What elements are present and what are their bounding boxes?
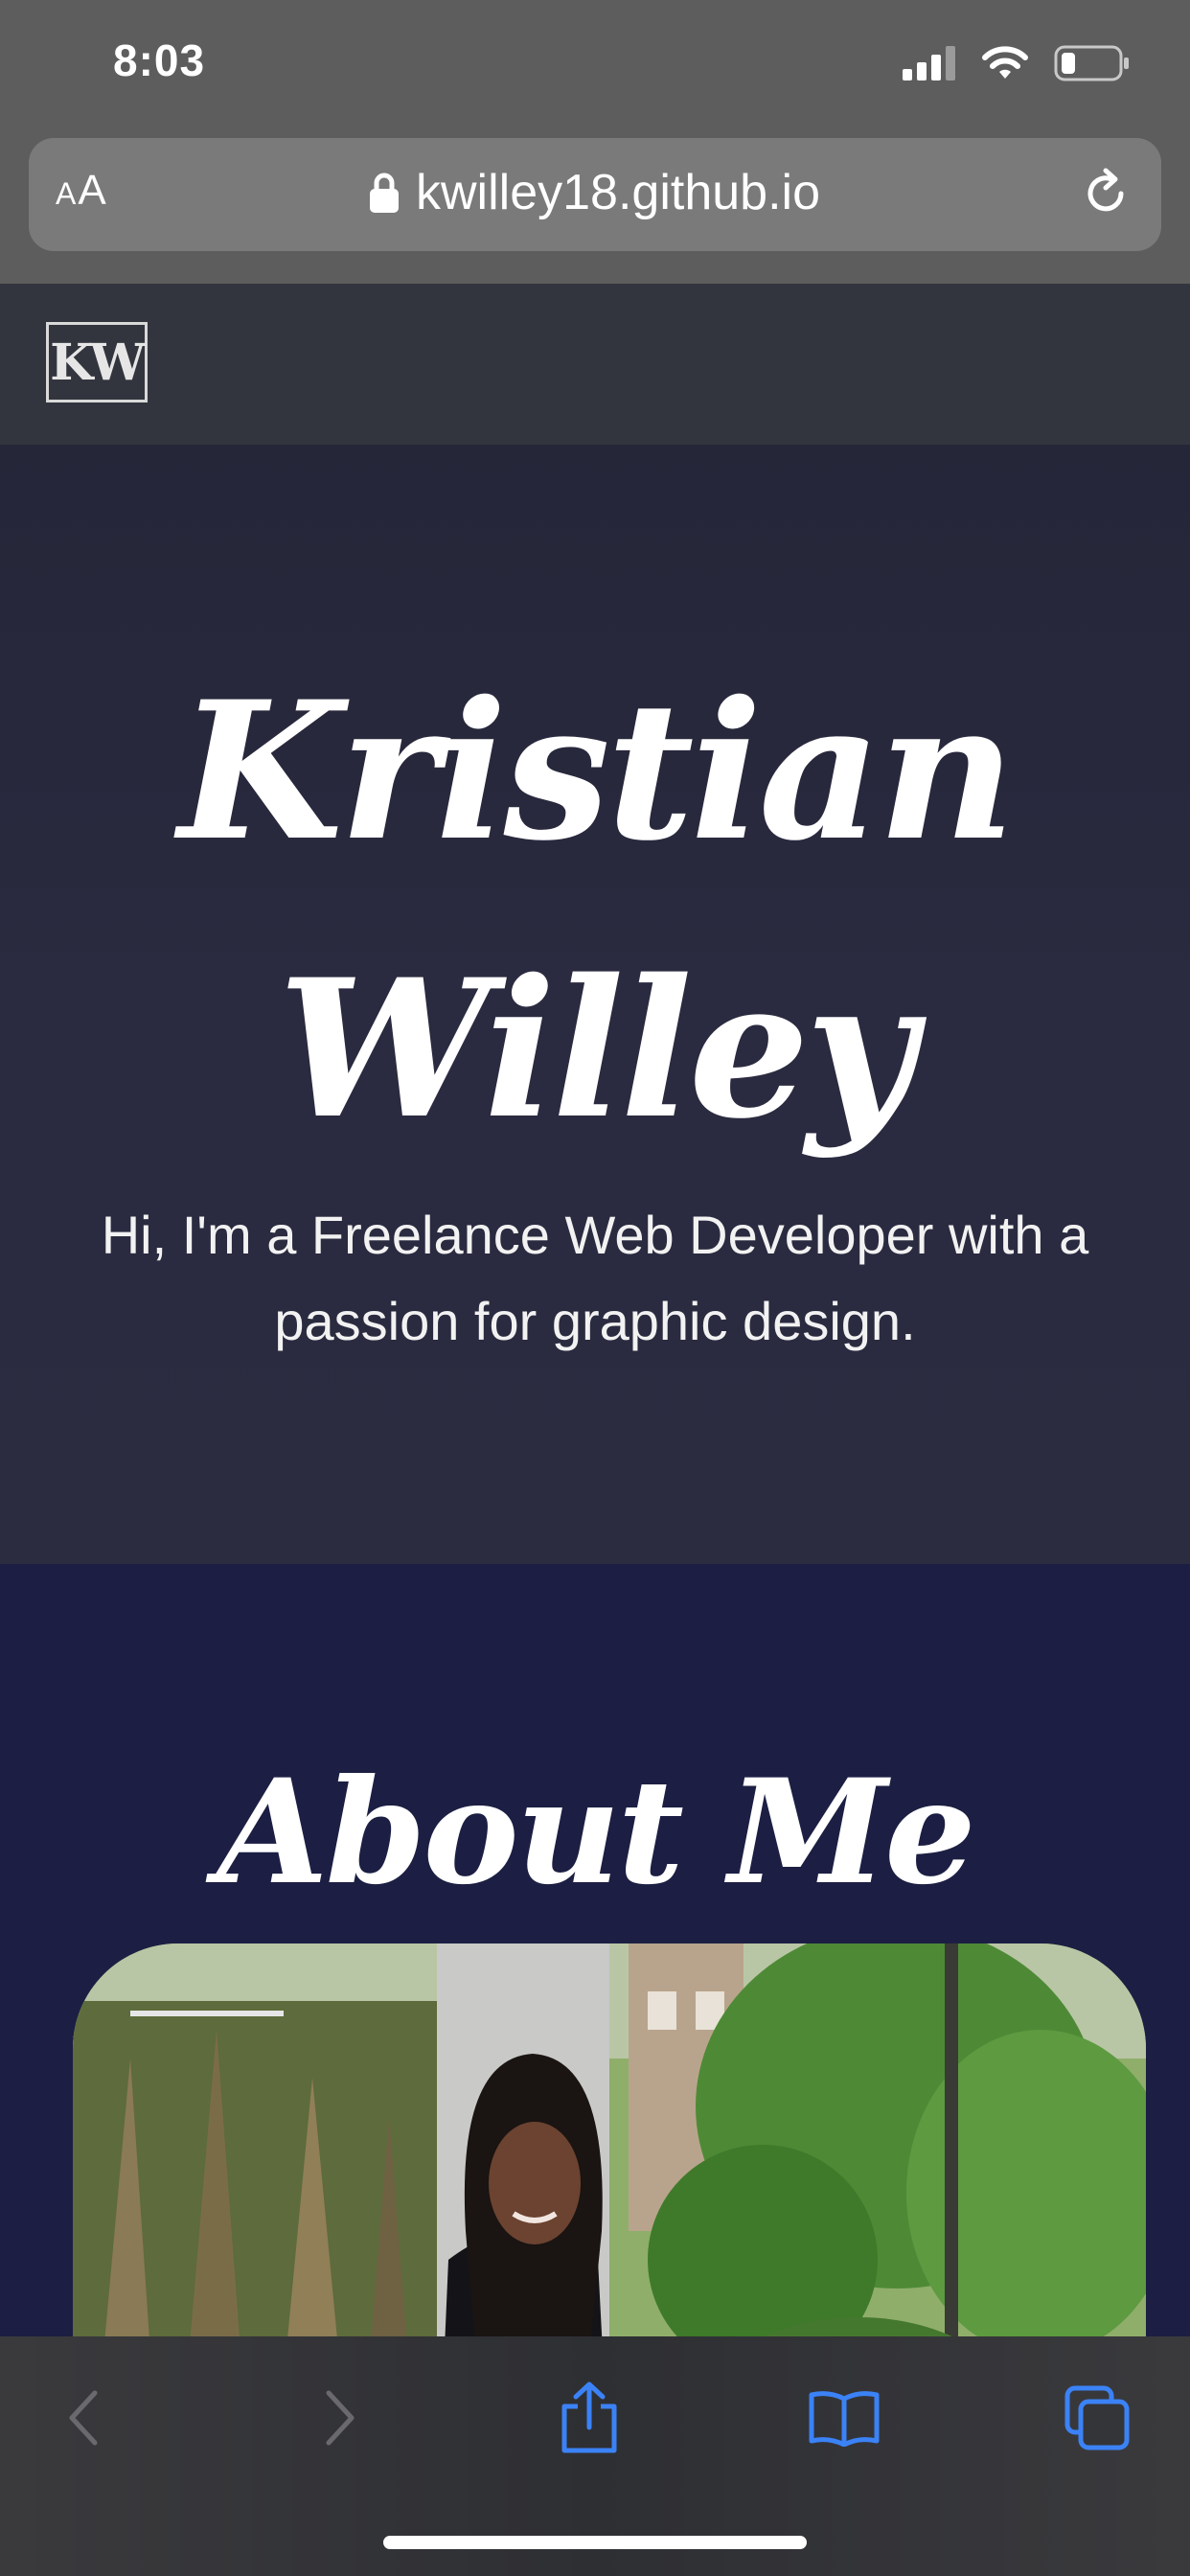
site-logo[interactable]: KW (46, 322, 148, 402)
site-navbar: KW (0, 284, 1190, 445)
lock-icon (369, 172, 399, 213)
status-time: 8:03 (113, 35, 206, 85)
signal-icon (903, 46, 955, 80)
battery-icon (1054, 45, 1129, 81)
tabs-button[interactable] (1054, 2375, 1140, 2461)
tabs-icon (1064, 2385, 1130, 2450)
back-icon (69, 2390, 98, 2446)
reload-icon[interactable] (1077, 165, 1134, 222)
hero-section: Kristian Willey Hi, I'm a Freelance Web … (0, 445, 1190, 1564)
status-icons (903, 42, 1131, 84)
hero-name-last: Willey (278, 937, 916, 1161)
browser-chrome: AA kwilley18.github.io (0, 134, 1190, 284)
hero-tagline: Hi, I'm a Freelance Web Developer with a… (101, 1205, 1089, 1351)
wifi-icon (982, 46, 1028, 79)
back-button[interactable] (40, 2375, 126, 2461)
forward-icon (326, 2390, 355, 2446)
url-display[interactable]: kwilley18.github.io (29, 161, 1161, 224)
share-icon (561, 2381, 617, 2453)
url-bar[interactable]: AA kwilley18.github.io (29, 138, 1161, 251)
about-title: About Me (217, 1748, 975, 1917)
forward-button[interactable] (297, 2375, 383, 2461)
bookmarks-icon (809, 2391, 880, 2447)
hero-name-first: Kristian (177, 659, 1016, 883)
hero-name: Kristian Willey (0, 632, 1190, 1188)
url-text: kwilley18.github.io (415, 165, 821, 220)
home-indicator[interactable] (383, 2536, 807, 2549)
bookmarks-button[interactable] (801, 2375, 887, 2461)
share-button[interactable] (546, 2375, 632, 2461)
status-bar: 8:03 (0, 0, 1190, 134)
phone-screen: 8:03 AA kwilley18.github.io KW Kristian … (0, 0, 1190, 2576)
